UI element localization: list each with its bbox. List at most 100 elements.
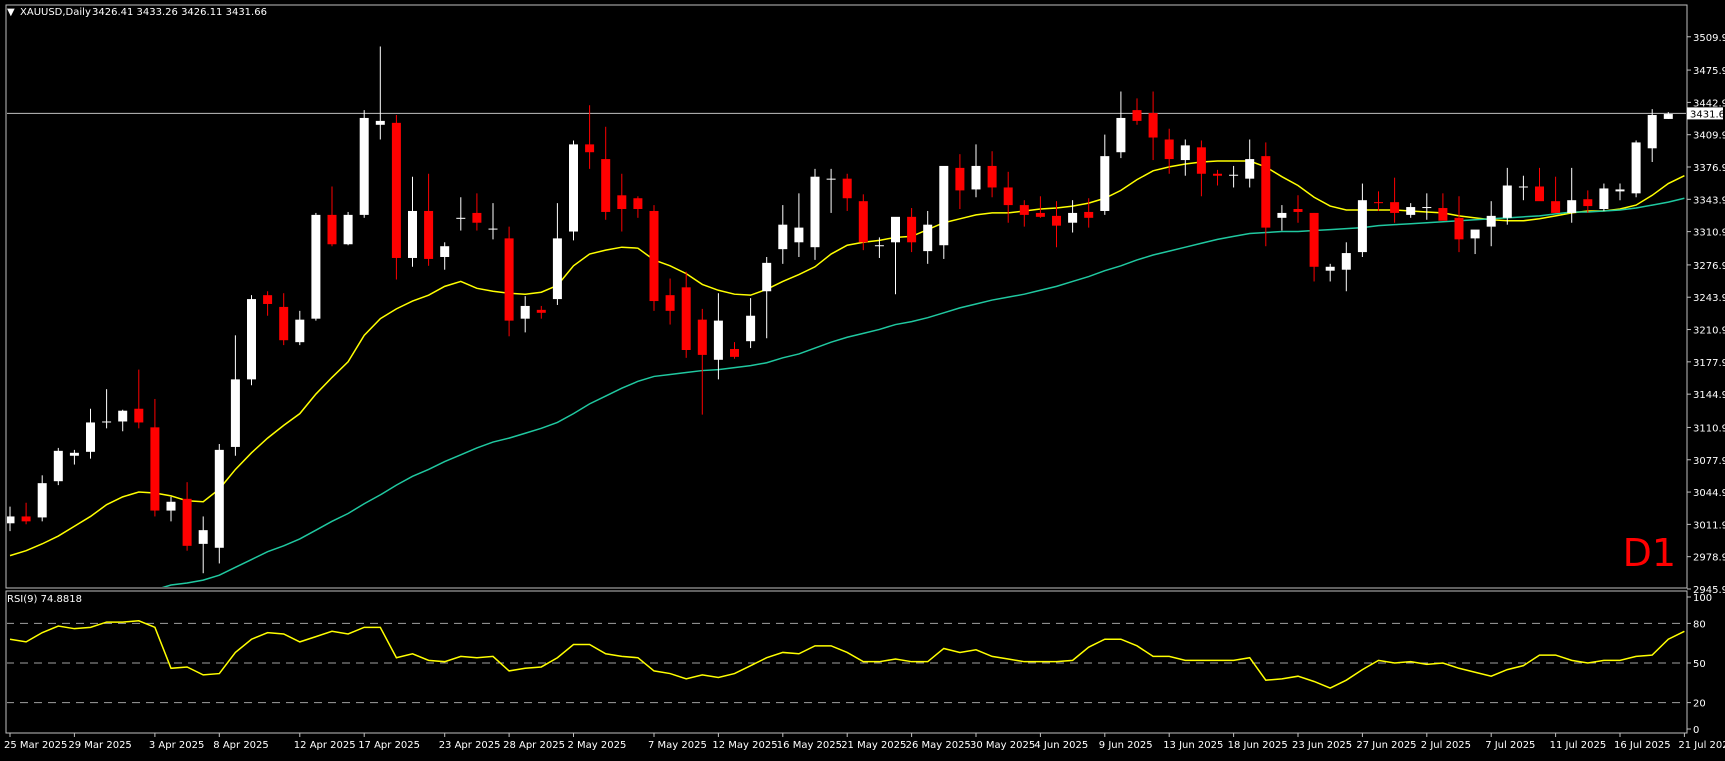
candle-body <box>810 176 820 248</box>
candle-body <box>440 246 450 257</box>
candle-body <box>665 295 675 311</box>
candle-body <box>826 178 836 180</box>
candle-body <box>1486 215 1496 227</box>
candle[interactable] <box>247 295 256 386</box>
candle[interactable] <box>343 211 353 246</box>
date-tick-label: 21 Jul 2025 <box>1678 740 1725 751</box>
candle-body <box>263 295 273 304</box>
rsi-tick-label: 50 <box>1693 659 1706 670</box>
rsi-tick-label: 20 <box>1693 699 1706 710</box>
date-tick-label: 16 May 2025 <box>777 740 842 751</box>
price-tick-label: 3310.90 <box>1693 228 1725 239</box>
candle-body <box>1518 186 1528 188</box>
chart-window[interactable]: 3509.903475.903442.903409.903376.903343.… <box>0 0 1725 757</box>
candle[interactable] <box>359 110 369 218</box>
price-tick-label: 2978.90 <box>1693 553 1725 564</box>
candle-body <box>1631 142 1641 194</box>
candle-body <box>1293 209 1303 212</box>
date-tick-label: 13 Jun 2025 <box>1163 740 1223 751</box>
price-tick-label: 3475.90 <box>1693 66 1725 77</box>
candle-body <box>1422 207 1432 209</box>
candle-body <box>343 214 353 245</box>
candle-body <box>1100 156 1110 211</box>
candle-body <box>1470 229 1480 239</box>
candle-body <box>118 410 128 422</box>
header-arrow-icon[interactable]: ▼ <box>7 7 15 18</box>
date-tick-label: 29 Mar 2025 <box>68 740 131 751</box>
price-tick-label: 3276.90 <box>1693 261 1725 272</box>
candle[interactable] <box>53 447 63 486</box>
candle-body <box>37 483 47 518</box>
candle-body <box>1663 114 1673 119</box>
candle[interactable] <box>391 115 401 280</box>
candle-body <box>279 306 289 341</box>
candle-body <box>134 408 144 423</box>
price-tick-label: 3110.90 <box>1693 423 1725 434</box>
candle-body <box>939 165 949 246</box>
candle-body <box>1438 208 1448 221</box>
candle-body <box>295 319 305 343</box>
rsi-tick-label: 80 <box>1693 619 1706 630</box>
candle-body <box>311 214 321 319</box>
rsi-title: RSI(9) 74.8818 <box>7 594 82 605</box>
candle[interactable] <box>649 205 659 311</box>
candle-body <box>1374 202 1383 204</box>
candle-body <box>1615 189 1625 192</box>
candle-body <box>971 165 981 190</box>
rsi-tick-label: 100 <box>1693 593 1712 604</box>
candle-body <box>69 452 79 456</box>
candle-body <box>1454 217 1464 240</box>
candle[interactable] <box>214 443 224 564</box>
candle-body <box>472 212 482 223</box>
candle-body <box>102 421 112 423</box>
date-tick-label: 27 Jun 2025 <box>1356 740 1416 751</box>
date-tick-label: 23 Jun 2025 <box>1292 740 1352 751</box>
candle[interactable] <box>939 165 949 259</box>
date-tick-label: 2 Jul 2025 <box>1421 740 1471 751</box>
candle-body <box>858 201 868 243</box>
candle-body <box>214 449 224 548</box>
date-tick-label: 7 Jul 2025 <box>1485 740 1535 751</box>
price-tick-label: 3509.90 <box>1693 33 1725 44</box>
candle[interactable] <box>810 168 820 260</box>
candle[interactable] <box>569 140 578 241</box>
candle-body <box>424 210 434 259</box>
candle-body <box>778 224 788 250</box>
candle-body <box>730 349 739 357</box>
header-ohlc: 3426.41 3433.26 3426.11 3431.66 <box>92 7 267 18</box>
candle-body <box>1068 212 1078 223</box>
chart-canvas[interactable]: 3509.903475.903442.903409.903376.903343.… <box>0 0 1725 757</box>
header-symbol: XAUUSD,Daily <box>20 7 91 18</box>
price-tick-label: 3011.90 <box>1693 520 1725 531</box>
candle-body <box>391 122 401 258</box>
candle-body <box>53 450 63 482</box>
candle-body <box>1180 145 1190 161</box>
candle-body <box>1647 115 1657 149</box>
price-tick-label: 3243.90 <box>1693 293 1725 304</box>
candle-body <box>1003 187 1013 206</box>
candle[interactable] <box>504 226 514 337</box>
candle[interactable] <box>1631 140 1641 198</box>
candle[interactable] <box>858 194 868 251</box>
candle[interactable] <box>311 212 321 321</box>
candle-body <box>166 501 176 511</box>
candle-body <box>1213 173 1222 176</box>
candle-body <box>1502 185 1512 218</box>
candle-body <box>408 210 417 258</box>
candle-body <box>182 498 192 546</box>
price-tick-label: 3343.90 <box>1693 195 1725 206</box>
date-tick-label: 30 May 2025 <box>970 740 1035 751</box>
candle-body <box>456 217 466 219</box>
date-tick-label: 25 Mar 2025 <box>4 740 67 751</box>
candle-body <box>86 422 95 452</box>
date-tick-label: 17 Apr 2025 <box>358 740 420 751</box>
candle-body <box>681 287 691 351</box>
candle-body <box>649 210 659 302</box>
candle-body <box>198 530 208 544</box>
candle-body <box>1148 113 1158 138</box>
price-tick-label: 3144.90 <box>1693 390 1725 401</box>
date-tick-label: 8 Apr 2025 <box>213 740 268 751</box>
candle-body <box>1132 110 1142 121</box>
candle-body <box>1229 174 1239 176</box>
timeframe-label: D1 <box>1623 531 1676 575</box>
